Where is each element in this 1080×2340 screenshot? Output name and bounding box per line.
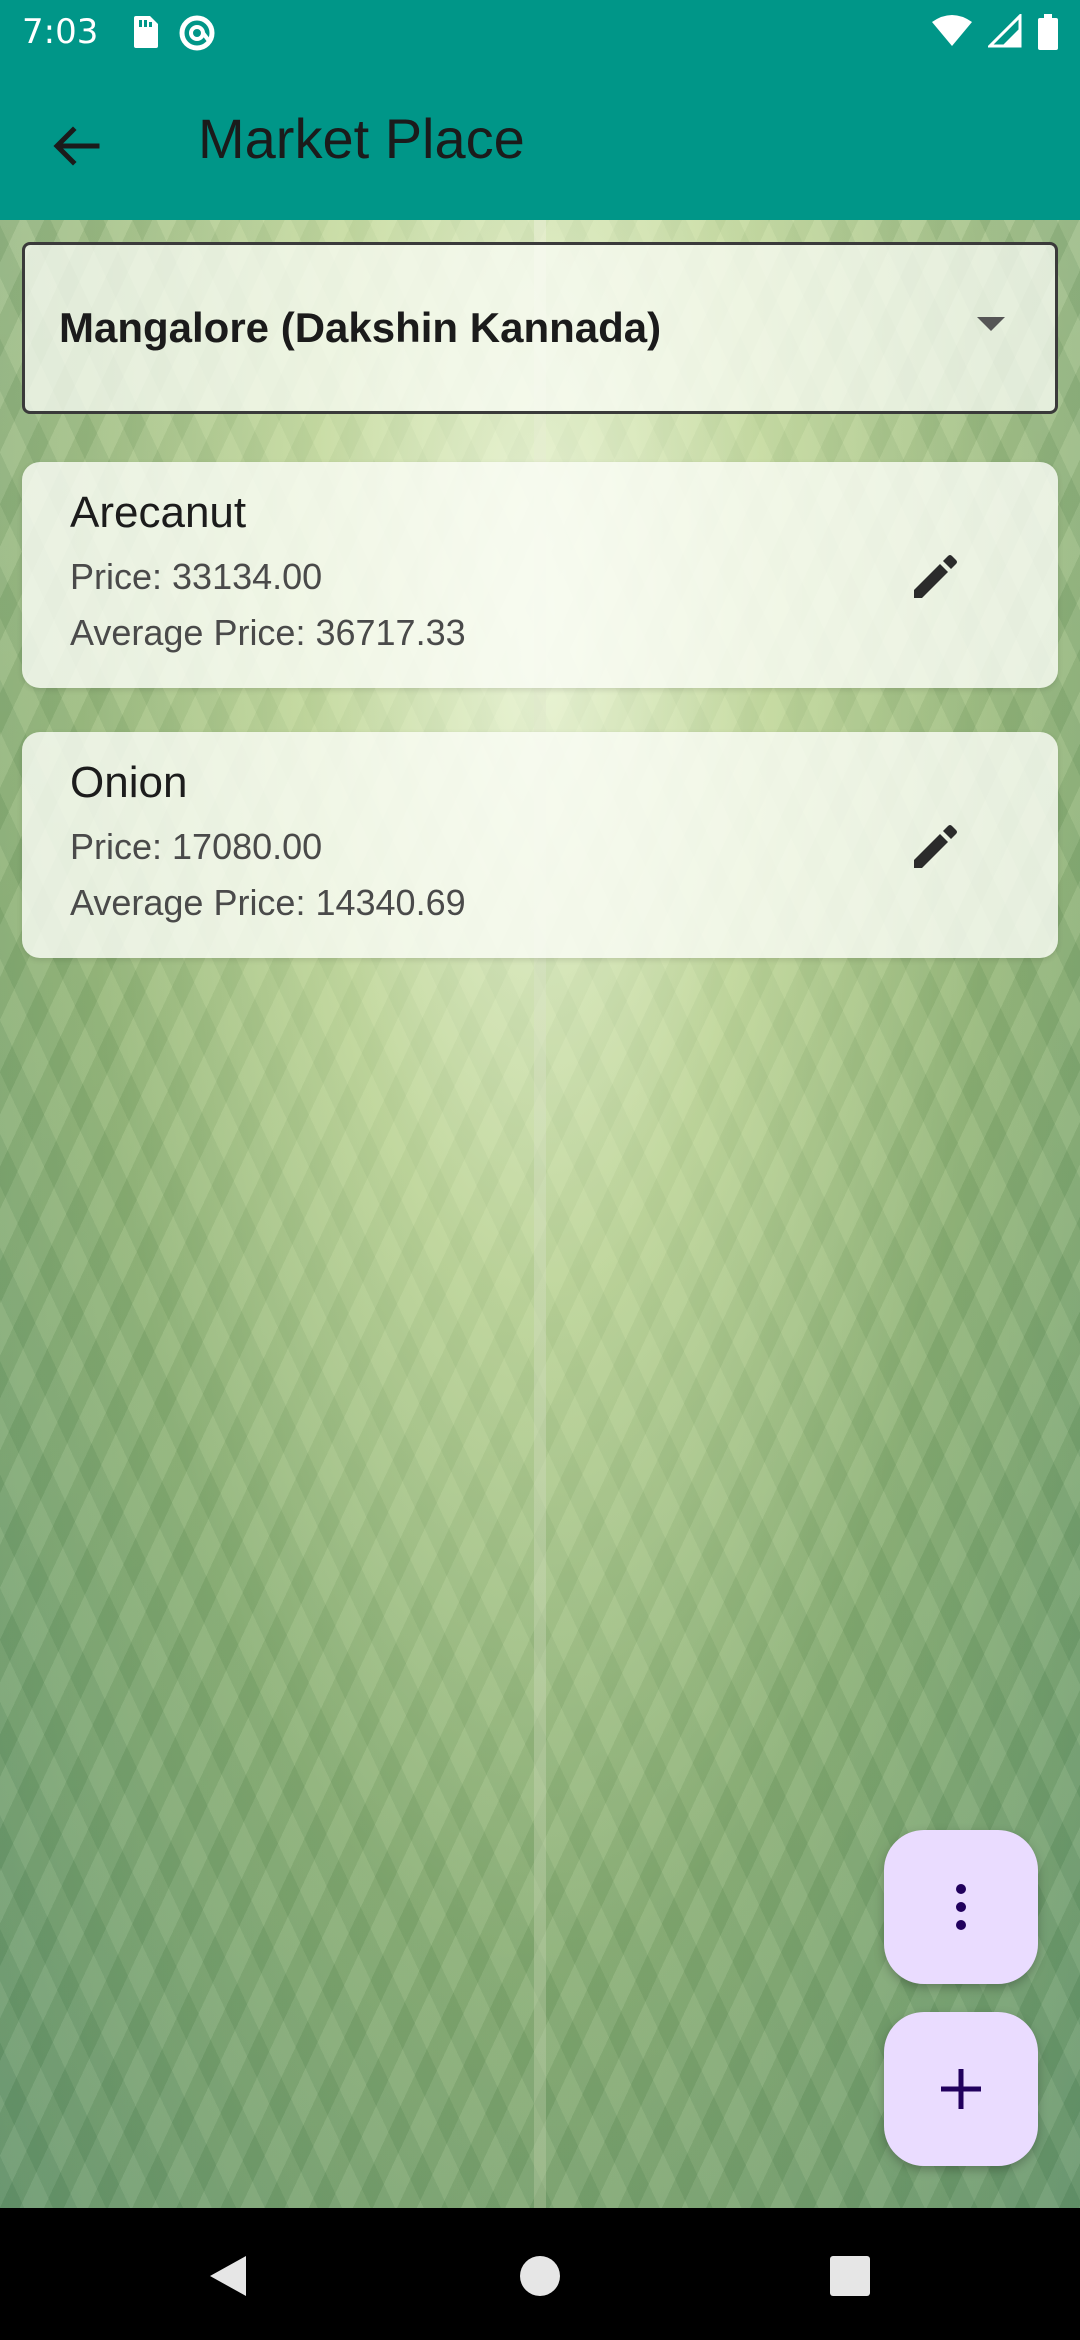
add-item-button[interactable] [884,2012,1038,2166]
market-dropdown[interactable]: Mangalore (Dakshin Kannada) [22,242,1058,414]
back-button[interactable] [36,106,116,186]
commodity-name: Arecanut [70,488,247,537]
at-sign-icon [178,14,216,52]
more-vertical-icon [953,1883,969,1931]
dropdown-selected-value: Mangalore (Dakshin Kannada) [59,304,662,351]
wifi-icon [932,14,972,50]
status-right-icons [932,14,1058,50]
commodity-card[interactable]: Onion Price: 17080.00 Average Price: 143… [22,732,1058,958]
battery-icon [1038,14,1058,50]
chevron-down-icon [977,317,1005,331]
commodity-average-price: Average Price: 36717.33 [70,612,466,653]
commodity-average-price: Average Price: 14340.69 [70,882,466,923]
edit-button[interactable] [904,544,968,608]
commodity-name: Onion [70,758,188,807]
commodity-price: Price: 33134.00 [70,556,323,597]
status-time: 7:03 [22,12,99,52]
recents-square-icon[interactable] [828,2254,872,2302]
back-triangle-icon[interactable] [206,2254,250,2302]
sd-card-icon [130,14,160,52]
more-options-button[interactable] [884,1830,1038,1984]
pencil-icon [910,820,962,872]
status-bar: 7:03 [0,0,1080,64]
app-bar: Market Place [0,64,1080,220]
arrow-left-icon [51,124,101,168]
status-left-icons [130,14,216,52]
edit-button[interactable] [904,814,968,878]
commodity-price: Price: 17080.00 [70,826,323,867]
page-title: Market Place [198,107,525,170]
home-circle-icon[interactable] [518,2254,562,2302]
content-area: Mangalore (Dakshin Kannada) Arecanut Pri… [0,220,1080,2208]
plus-icon [937,2065,985,2113]
commodity-card[interactable]: Arecanut Price: 33134.00 Average Price: … [22,462,1058,688]
signal-icon [988,14,1022,50]
system-nav-bar [0,2208,1080,2340]
pencil-icon [910,550,962,602]
